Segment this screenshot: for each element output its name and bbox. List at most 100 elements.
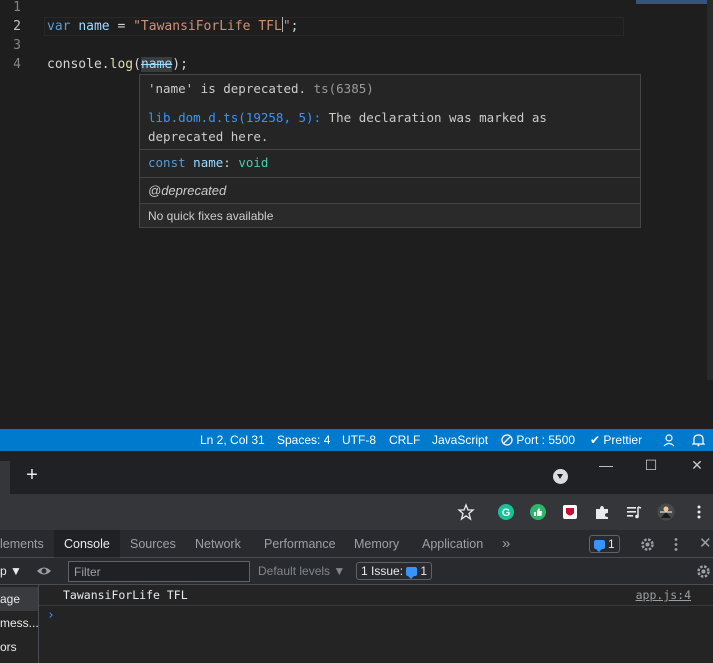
eye-icon[interactable] [36, 564, 52, 578]
bookmark-star-icon[interactable] [457, 503, 475, 521]
console-toolbar: p ▼ Default levels ▼ 1 Issue: 1 [0, 558, 713, 585]
console-filter-input[interactable] [68, 561, 250, 582]
sig-keyword: const [148, 155, 186, 170]
more-vertical-icon[interactable] [690, 503, 708, 521]
code-text: console.log(name); [47, 55, 188, 74]
string-literal: "TawansiForLife TFL [133, 19, 282, 34]
encoding[interactable]: UTF-8 [342, 433, 376, 447]
paren: ( [133, 57, 141, 72]
prettier-status[interactable]: ✔ Prettier [590, 433, 642, 447]
cursor-position[interactable]: Ln 2, Col 31 [200, 433, 265, 447]
tab-sources[interactable]: Sources [130, 530, 176, 558]
code-editor[interactable]: 1 2 var name = "TawansiForLife TFL"; 3 4… [0, 0, 713, 429]
string-quote: " [282, 19, 291, 34]
divider [140, 177, 640, 178]
dot: . [101, 57, 110, 72]
hover-message-row: 'name' is deprecated. ts(6385) [140, 81, 640, 96]
sidebar-item-messages[interactable]: age [0, 587, 38, 611]
tab-application[interactable]: Application [422, 530, 483, 558]
status-bar: Ln 2, Col 31 Spaces: 4 UTF-8 CRLF JavaSc… [0, 429, 713, 451]
code-line-4[interactable]: 4 console.log(name); [0, 55, 713, 74]
hover-signature: const name: void [140, 155, 640, 170]
extension-thumb-icon[interactable] [529, 503, 547, 521]
shield-extension-icon[interactable] [561, 503, 579, 521]
console-message-text: TawansiForLife TFL [63, 588, 188, 602]
code-line-3[interactable]: 3 [0, 36, 713, 55]
media-queue-icon[interactable] [625, 503, 643, 521]
console-prompt-chevron[interactable]: › [47, 608, 55, 623]
line-number: 1 [13, 0, 21, 15]
svg-text:G: G [502, 507, 511, 519]
variable: name [78, 19, 110, 34]
code-text: var name = "TawansiForLife TFL"; [47, 17, 298, 36]
double-check-icon: ✔ [590, 433, 601, 447]
more-vertical-icon[interactable] [672, 537, 680, 552]
sidebar-item-errors[interactable]: ors [0, 635, 38, 659]
deprecated-identifier[interactable]: name [140, 57, 173, 72]
browser-toolbar: G [0, 494, 713, 530]
close-devtools-icon[interactable]: ✕ [699, 530, 712, 558]
source-link[interactable]: app.js:4 [636, 585, 691, 606]
object-name: console [47, 57, 102, 72]
log-levels-dropdown[interactable]: Default levels ▼ [258, 564, 345, 578]
issues-counter[interactable]: 1 Issue: 1 [356, 562, 433, 580]
quick-fix-status: No quick fixes available [140, 203, 640, 227]
context-selector[interactable]: p ▼ [0, 564, 22, 578]
line-number: 4 [13, 57, 21, 72]
end-of-line[interactable]: CRLF [389, 433, 420, 447]
grammarly-icon[interactable]: G [497, 503, 515, 521]
related-info-text: The declaration was marked as [328, 110, 547, 125]
hover-message: 'name' is deprecated. [148, 81, 307, 96]
issues-badge-count: 1 [608, 537, 615, 551]
line-number: 2 [13, 19, 21, 34]
hover-jsdoc-tag: @deprecated [148, 183, 227, 198]
code-line-2[interactable]: 2 var name = "TawansiForLife TFL"; [0, 17, 713, 36]
bell-icon[interactable] [691, 433, 706, 448]
tab-memory[interactable]: Memory [354, 530, 399, 558]
console-message: TawansiForLife TFL app.js:4 [39, 585, 713, 606]
divider [140, 149, 640, 150]
more-tabs-button[interactable]: » [502, 530, 510, 558]
profile-avatar[interactable] [657, 503, 675, 521]
operator: = [109, 19, 134, 34]
tab-search-icon[interactable] [553, 469, 568, 484]
related-info-text2: deprecated here. [148, 129, 269, 144]
indentation[interactable]: Spaces: 4 [277, 433, 330, 447]
semicolon: ; [290, 19, 299, 34]
gear-icon[interactable] [640, 537, 655, 552]
feedback-icon[interactable] [662, 433, 676, 448]
code-line-1[interactable]: 1 [0, 0, 713, 17]
extensions-puzzle-icon[interactable] [593, 503, 611, 521]
browser-tab[interactable] [0, 461, 10, 494]
sig-name: name [193, 155, 224, 170]
new-tab-button[interactable]: + [22, 465, 42, 485]
maximize-button[interactable]: ☐ [643, 457, 659, 473]
tab-console[interactable]: Console [54, 530, 120, 559]
sig-colon: : [223, 155, 231, 170]
minimize-button[interactable]: — [598, 457, 614, 473]
gear-icon[interactable] [696, 564, 711, 579]
port-label: Port : 5500 [516, 433, 576, 447]
tab-elements[interactable]: lements [0, 530, 44, 558]
sidebar-item-user-messages[interactable]: mess... [0, 611, 38, 635]
language-mode[interactable]: JavaScript [432, 433, 488, 447]
tab-performance[interactable]: Performance [264, 530, 336, 558]
line-number: 3 [13, 38, 21, 53]
close-window-button[interactable]: ✕ [689, 457, 705, 473]
sig-type: void [238, 155, 269, 170]
tab-network[interactable]: Network [195, 530, 241, 558]
no-entry-icon [501, 434, 513, 446]
issues-counter-count: 1 [420, 564, 428, 578]
issues-badge[interactable]: 1 [589, 535, 620, 553]
message-icon [406, 567, 418, 579]
live-server-status[interactable]: Port : 5500 [501, 433, 575, 447]
related-info-link[interactable]: lib.dom.d.ts(19258, 5): [148, 110, 321, 125]
issues-counter-label: 1 Issue: [361, 564, 404, 578]
console-output: TawansiForLife TFL app.js:4 › [39, 585, 713, 663]
browser-window: + — ☐ ✕ G lements Console Sources Networ… [0, 451, 713, 663]
tab-strip: + — ☐ ✕ [0, 451, 713, 494]
devtools-panel: lements Console Sources Network Performa… [0, 530, 713, 663]
method-name: log [109, 57, 134, 72]
hover-tooltip: 'name' is deprecated. ts(6385) lib.dom.d… [139, 74, 641, 228]
keyword: var [47, 19, 71, 34]
